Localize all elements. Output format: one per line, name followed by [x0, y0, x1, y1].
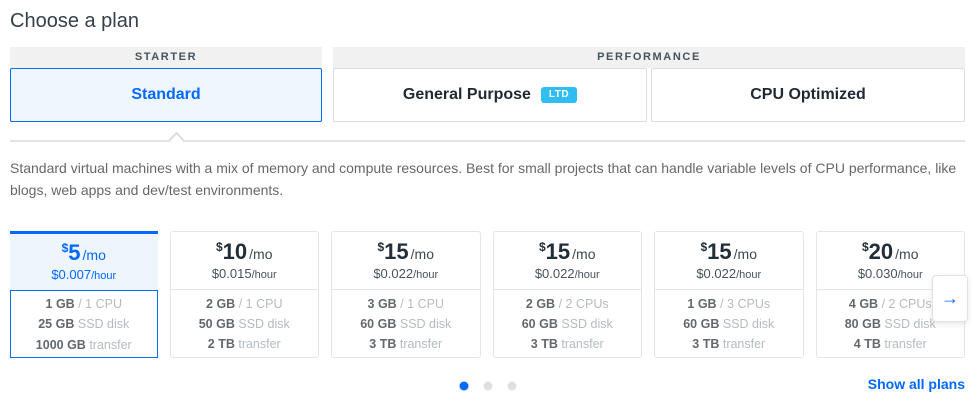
price-hourly: $0.015/hour	[212, 266, 277, 281]
spec-ram-cpu: 1 GB / 1 CPU	[46, 294, 122, 314]
plan-price: $15/mo $0.022/hour	[332, 232, 480, 290]
plan-description: Standard virtual machines with a mix of …	[10, 158, 965, 201]
price-monthly: $10/mo	[216, 241, 273, 263]
hourly-amount: $0.015	[212, 266, 252, 281]
plans-footer: Show all plans	[10, 375, 965, 397]
price-amount: 10	[223, 239, 247, 264]
show-all-plans-link[interactable]: Show all plans	[868, 376, 965, 392]
price-monthly: $15/mo	[377, 241, 434, 263]
price-hourly: $0.007/hour	[51, 267, 116, 282]
tab-standard-label: Standard	[131, 86, 200, 104]
performance-tabs: General Purpose LTD CPU Optimized	[333, 68, 965, 122]
price-hourly: $0.030/hour	[858, 266, 923, 281]
pagination-dot-3[interactable]	[507, 382, 516, 391]
spec-ram-cpu: 4 GB / 2 CPUs	[849, 294, 932, 314]
pagination-dots	[459, 382, 516, 391]
spec-ram-cpu: 2 GB / 2 CPUs	[526, 294, 609, 314]
hourly-amount: $0.022	[535, 266, 575, 281]
price-period: /mo	[734, 246, 757, 262]
plan-card-15mo-b[interactable]: $15/mo $0.022/hour 2 GB / 2 CPUs 60 GB S…	[493, 231, 643, 358]
plan-price: $15/mo $0.022/hour	[494, 232, 642, 290]
price-monthly: $15/mo	[539, 241, 596, 263]
pagination-dot-2[interactable]	[483, 382, 492, 391]
pagination-dot-1[interactable]	[459, 382, 468, 391]
hourly-unit: /hour	[252, 269, 277, 281]
tab-standard[interactable]: Standard	[10, 68, 322, 122]
performance-group-header: PERFORMANCE	[333, 47, 965, 68]
plan-specs: 2 GB / 2 CPUs 60 GB SSD disk 3 TB transf…	[494, 290, 642, 357]
price-amount: 15	[707, 239, 731, 264]
price-period: /mo	[895, 246, 918, 262]
plan-specs: 2 GB / 1 CPU 50 GB SSD disk 2 TB transfe…	[171, 290, 319, 357]
spec-disk: 60 GB SSD disk	[360, 314, 451, 334]
price-period: /mo	[411, 246, 434, 262]
plan-cards-row: $5/mo $0.007/hour 1 GB / 1 CPU 25 GB SSD…	[10, 231, 965, 358]
choose-plan-section: Choose a plan STARTER Standard PERFORMAN…	[0, 0, 975, 403]
price-monthly: $20/mo	[862, 241, 919, 263]
hourly-amount: $0.030	[858, 266, 898, 281]
plan-card-5mo[interactable]: $5/mo $0.007/hour 1 GB / 1 CPU 25 GB SSD…	[10, 231, 158, 358]
hourly-unit: /hour	[575, 269, 600, 281]
spec-transfer: 2 TB transfer	[208, 334, 281, 354]
spec-disk: 60 GB SSD disk	[522, 314, 613, 334]
hourly-unit: /hour	[898, 269, 923, 281]
ltd-badge: LTD	[541, 87, 577, 103]
price-amount: 5	[68, 240, 80, 265]
spec-disk: 60 GB SSD disk	[683, 314, 774, 334]
price-amount: 15	[546, 239, 570, 264]
hourly-amount: $0.022	[696, 266, 736, 281]
tab-general-purpose[interactable]: General Purpose LTD	[333, 68, 647, 122]
hourly-unit: /hour	[736, 269, 761, 281]
price-monthly: $15/mo	[700, 241, 757, 263]
spec-transfer: 3 TB transfer	[531, 334, 604, 354]
plan-specs: 1 GB / 3 CPUs 60 GB SSD disk 3 TB transf…	[655, 290, 803, 357]
spec-ram-cpu: 1 GB / 3 CPUs	[687, 294, 770, 314]
spec-transfer: 3 TB transfer	[692, 334, 765, 354]
hourly-unit: /hour	[91, 270, 116, 282]
currency-symbol: $	[539, 240, 546, 254]
spec-transfer: 1000 GB transfer	[36, 335, 132, 355]
spec-transfer: 4 TB transfer	[854, 334, 927, 354]
tab-group-performance: PERFORMANCE General Purpose LTD CPU Opti…	[333, 47, 965, 122]
tab-cpu-optimized[interactable]: CPU Optimized	[651, 68, 965, 122]
tab-pointer-caret	[169, 132, 185, 148]
currency-symbol: $	[862, 240, 869, 254]
plan-card-15mo-a[interactable]: $15/mo $0.022/hour 3 GB / 1 CPU 60 GB SS…	[331, 231, 481, 358]
price-period: /mo	[83, 247, 106, 263]
tab-group-starter: STARTER Standard	[10, 47, 322, 122]
plan-specs: 3 GB / 1 CPU 60 GB SSD disk 3 TB transfe…	[332, 290, 480, 357]
plan-price: $5/mo $0.007/hour	[10, 234, 158, 290]
plan-card-15mo-c[interactable]: $15/mo $0.022/hour 1 GB / 3 CPUs 60 GB S…	[654, 231, 804, 358]
spec-ram-cpu: 3 GB / 1 CPU	[368, 294, 444, 314]
spec-ram-cpu: 2 GB / 1 CPU	[206, 294, 282, 314]
currency-symbol: $	[216, 240, 223, 254]
plan-card-10mo[interactable]: $10/mo $0.015/hour 2 GB / 1 CPU 50 GB SS…	[170, 231, 320, 358]
plan-price: $15/mo $0.022/hour	[655, 232, 803, 290]
price-hourly: $0.022/hour	[535, 266, 600, 281]
arrow-right-icon: →	[941, 288, 959, 309]
page-title: Choose a plan	[10, 10, 965, 33]
tab-general-purpose-label: General Purpose	[403, 86, 531, 104]
price-amount: 20	[869, 239, 893, 264]
spec-transfer: 3 TB transfer	[369, 334, 442, 354]
hourly-amount: $0.007	[51, 267, 91, 282]
starter-group-header: STARTER	[10, 47, 322, 68]
hourly-unit: /hour	[413, 269, 438, 281]
tab-cpu-optimized-label: CPU Optimized	[750, 86, 866, 104]
price-hourly: $0.022/hour	[696, 266, 761, 281]
spec-disk: 80 GB SSD disk	[845, 314, 936, 334]
plan-price: $10/mo $0.015/hour	[171, 232, 319, 290]
price-amount: 15	[384, 239, 408, 264]
spec-disk: 50 GB SSD disk	[199, 314, 290, 334]
price-hourly: $0.022/hour	[373, 266, 438, 281]
next-plans-button[interactable]: →	[932, 275, 968, 322]
spec-disk: 25 GB SSD disk	[38, 314, 129, 334]
price-period: /mo	[249, 246, 272, 262]
tab-divider	[10, 140, 965, 142]
price-monthly: $5/mo	[62, 242, 106, 264]
hourly-amount: $0.022	[373, 266, 413, 281]
price-period: /mo	[572, 246, 595, 262]
plan-category-tabs: STARTER Standard PERFORMANCE General Pur…	[10, 47, 965, 122]
plan-specs: 1 GB / 1 CPU 25 GB SSD disk 1000 GB tran…	[10, 290, 158, 358]
